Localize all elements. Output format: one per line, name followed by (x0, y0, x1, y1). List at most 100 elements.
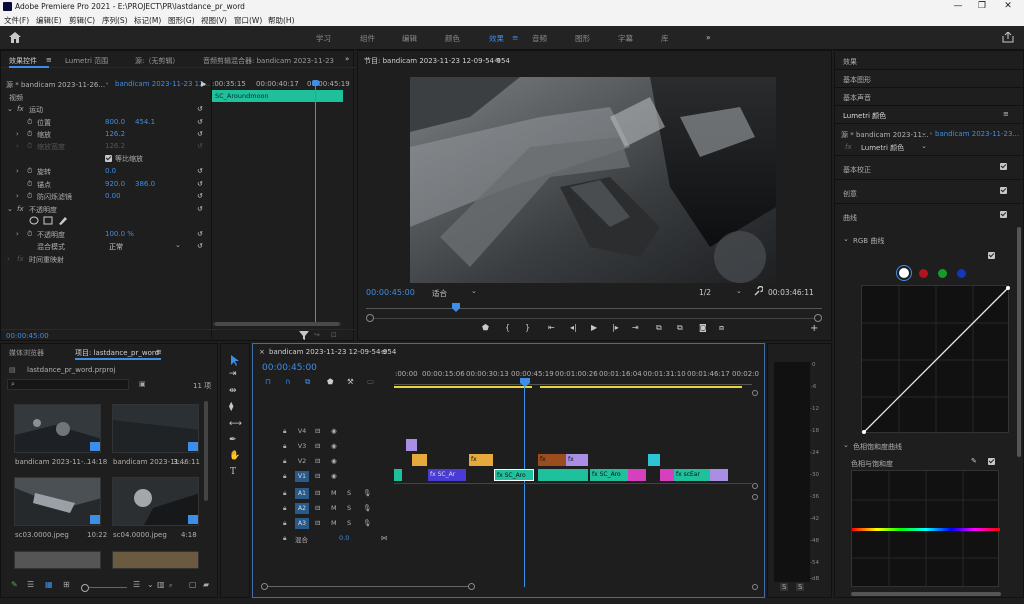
menu-graphics[interactable]: 图形(G) (168, 15, 195, 26)
timeline-clip[interactable] (538, 469, 588, 481)
expand-arrow-icon[interactable]: ⌄ (7, 105, 13, 113)
reset-icon[interactable]: ↺ (197, 180, 203, 188)
project-thumb-1[interactable] (14, 404, 101, 453)
sync-lock-icon[interactable]: ⊟ (315, 457, 320, 465)
project-thumb-3[interactable] (14, 477, 101, 526)
work-area-bar[interactable] (540, 386, 742, 388)
solo-button[interactable]: S (347, 519, 351, 527)
timeline-clip[interactable] (660, 469, 674, 481)
reset-icon[interactable]: ↺ (197, 130, 203, 138)
lock-icon[interactable]: 🔒︎ (283, 442, 286, 451)
add-button-icon[interactable]: + (810, 323, 818, 334)
ripple-edit-tool-icon[interactable]: ⇹ (229, 386, 237, 396)
linked-selection-icon[interactable]: ⧉ (305, 377, 310, 387)
basic-correction-section[interactable]: 基本校正 (843, 165, 871, 175)
resolution-select[interactable]: 1/2 (699, 288, 711, 297)
project-item-name[interactable]: sc03.0000.jpeg (15, 531, 69, 539)
basic-correction-checkbox[interactable] (1000, 163, 1007, 170)
solo-button[interactable]: S (347, 504, 351, 512)
slip-tool-icon[interactable]: ⟷ (229, 419, 242, 429)
ec-playhead[interactable] (315, 81, 316, 324)
sync-lock-icon[interactable]: ⊟ (315, 519, 320, 527)
expand-arrow-icon[interactable]: ⌄ (843, 235, 849, 243)
panel-menu-icon[interactable]: ≡ (156, 348, 162, 356)
project-thumb-5[interactable] (14, 551, 101, 569)
solo-left-button[interactable]: S (780, 583, 789, 591)
chevron-down-icon[interactable]: ⌄ (175, 241, 181, 249)
track-label-a1[interactable]: A1 (295, 488, 309, 499)
share-icon[interactable] (1002, 32, 1014, 43)
anchor-y-value[interactable]: 386.0 (135, 180, 155, 188)
mic-icon[interactable]: 🎙︎ (363, 519, 371, 527)
menu-edit[interactable]: 编辑(E) (36, 15, 62, 26)
export-frame-icon[interactable]: ◙ (699, 323, 707, 332)
menu-file[interactable]: 文件(F) (4, 15, 29, 26)
track-select-tool-icon[interactable]: ⇥ (229, 369, 237, 379)
timeline-clip[interactable]: fx (538, 454, 566, 466)
snap-icon[interactable]: ∩ (285, 377, 291, 386)
close-sequence-icon[interactable]: × (259, 348, 265, 356)
timeline-clip[interactable] (648, 454, 660, 466)
more-panels-icon[interactable]: » (345, 55, 349, 63)
folder-icon[interactable]: ▰ (203, 580, 209, 589)
reset-icon[interactable]: ↺ (197, 105, 203, 113)
razor-tool-icon[interactable]: ⧫ (229, 402, 233, 412)
position-y-value[interactable]: 454.1 (135, 118, 155, 126)
antiflicker-value[interactable]: 0.00 (105, 192, 121, 200)
scale-value[interactable]: 126.2 (105, 130, 125, 138)
essential-sound-link[interactable]: 基本声音 (843, 93, 871, 103)
workspace-color[interactable]: 颜色 (445, 33, 460, 44)
mute-button[interactable]: M (331, 489, 337, 497)
expand-arrow-icon[interactable]: ⌄ (7, 205, 13, 213)
workspace-libraries[interactable]: 库 (661, 33, 669, 44)
hue-vs-sat-editor[interactable] (851, 470, 1000, 588)
program-scrub-bar[interactable] (366, 303, 822, 313)
workspace-captions[interactable]: 字幕 (618, 33, 633, 44)
menu-view[interactable]: 视图(V) (201, 15, 227, 26)
workspace-learn[interactable]: 学习 (316, 33, 331, 44)
go-to-in-icon[interactable]: ⇤ (548, 323, 555, 332)
home-icon[interactable] (9, 32, 21, 43)
sequence-label[interactable]: bandicam 2023-11-23 12... (115, 80, 210, 88)
reset-icon[interactable]: ↺ (197, 192, 203, 200)
curves-section[interactable]: 曲线 (843, 213, 857, 223)
ec-timecode[interactable]: 00:00:45:00 (6, 332, 49, 340)
lock-icon[interactable]: 🔒︎ (283, 519, 286, 528)
ec-playhead-handle[interactable] (312, 80, 319, 86)
rgb-curve-editor[interactable] (861, 285, 1010, 434)
mic-icon[interactable]: 🎙︎ (363, 489, 371, 497)
fx-badge-icon[interactable]: fx (17, 105, 24, 113)
expand-arrow-icon[interactable]: › (16, 192, 19, 200)
creative-section[interactable]: 创意 (843, 189, 857, 199)
new-item-icon[interactable]: ▢ (189, 580, 197, 589)
lift-icon[interactable]: ⧉ (656, 323, 662, 333)
timeline-horizontal-scroll[interactable] (261, 583, 481, 590)
playhead-marker-icon[interactable] (452, 303, 460, 312)
sort-icon[interactable]: ☰ (133, 580, 140, 589)
rotation-value[interactable]: 0.0 (105, 167, 116, 175)
tab-menu-icon[interactable]: ≡ (46, 56, 52, 64)
export-icon[interactable]: ↪ (314, 331, 320, 339)
lumetri-scrollbar[interactable] (1017, 227, 1021, 457)
timeline-clip[interactable] (406, 439, 417, 451)
loop-icon[interactable]: ⊡ (331, 331, 337, 339)
essential-graphics-link[interactable]: 基本图形 (843, 75, 871, 85)
pencil-icon[interactable]: ✎ (11, 580, 18, 589)
timeline-clip[interactable] (412, 454, 427, 466)
eye-icon[interactable]: ◉ (331, 457, 337, 465)
fit-select[interactable]: 适合 (432, 288, 447, 299)
tab-effect-controls[interactable]: 效果控件 (9, 56, 37, 66)
uniform-scale-checkbox[interactable] (105, 155, 112, 162)
eye-icon[interactable]: ◉ (331, 427, 337, 435)
workspace-menu-icon[interactable]: ≡ (512, 33, 518, 42)
tab-lumetri-scopes[interactable]: Lumetri 范围 (65, 56, 108, 66)
find-icon[interactable]: ⌕ (169, 582, 172, 590)
play-icon[interactable]: ▶ (591, 323, 597, 332)
comparison-view-icon[interactable]: ⧈ (719, 323, 724, 333)
sync-lock-icon[interactable]: ⊟ (315, 489, 320, 497)
rectangle-mask-icon[interactable] (43, 216, 53, 225)
zoom-handle-right[interactable] (814, 314, 822, 322)
tab-source[interactable]: 源:（无剪辑） (135, 56, 179, 66)
lock-icon[interactable]: 🔒︎ (283, 427, 286, 436)
track-label-v4[interactable]: V4 (295, 427, 309, 435)
